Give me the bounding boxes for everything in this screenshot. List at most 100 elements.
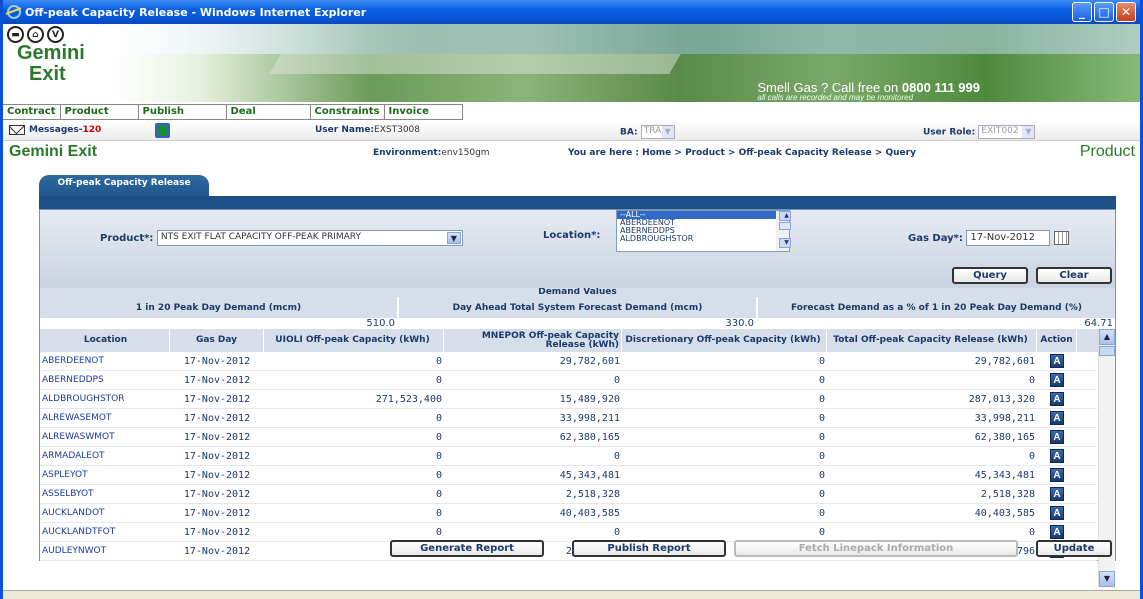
discretionary-cell: 0 bbox=[818, 469, 825, 481]
header-banner: Smell Gas ? Call free on 0800 111 999 al… bbox=[115, 24, 1140, 102]
chevron-down-icon[interactable]: ▼ bbox=[1099, 571, 1115, 587]
location-link[interactable]: ARMADALEOT bbox=[40, 451, 170, 461]
col-mnepor[interactable]: MNEPOR Off-peak Capacity Release (kWh) bbox=[444, 329, 622, 352]
action-cell: A bbox=[1037, 487, 1077, 501]
menu-deal[interactable]: Deal bbox=[227, 105, 311, 119]
location-link[interactable]: ALREWASEMOT bbox=[40, 413, 170, 423]
discretionary-cell: 0 bbox=[818, 412, 825, 424]
listbox-scrollbar[interactable]: ▲ ▼ bbox=[776, 211, 791, 251]
chevron-up-icon[interactable]: ▲ bbox=[779, 211, 791, 221]
role-select[interactable]: EXIT002 ▼ bbox=[978, 125, 1036, 139]
version-icon[interactable]: V bbox=[47, 26, 64, 43]
action-button[interactable]: A bbox=[1050, 468, 1064, 482]
action-button[interactable]: A bbox=[1050, 430, 1064, 444]
status-bar bbox=[3, 590, 1140, 599]
scroll-thumb[interactable] bbox=[1099, 346, 1115, 356]
action-button[interactable]: A bbox=[1050, 354, 1064, 368]
print-icon[interactable]: ▬ bbox=[7, 26, 24, 43]
location-link[interactable]: AUCKLANDOT bbox=[40, 508, 170, 518]
username: User Name:EXST3008 bbox=[315, 125, 420, 135]
menu-constraints[interactable]: Constraints bbox=[311, 105, 385, 119]
uioli-cell: 0 bbox=[435, 412, 442, 424]
action-button[interactable]: A bbox=[1050, 392, 1064, 406]
minimize-button[interactable]: _ bbox=[1072, 2, 1092, 22]
demand-value-3: 64.71 bbox=[1084, 318, 1113, 329]
fetch-linepack-button[interactable]: Fetch Linepack Information bbox=[734, 540, 1018, 557]
environment: Environment:env150gm bbox=[373, 148, 490, 158]
action-cell: A bbox=[1037, 392, 1077, 406]
uioli-cell: 271,523,400 bbox=[375, 393, 442, 405]
ba-select[interactable]: TRA ▼ bbox=[640, 125, 675, 139]
mail-icon[interactable] bbox=[9, 125, 25, 135]
calendar-icon[interactable] bbox=[1053, 231, 1069, 245]
total-cell: 29,782,601 bbox=[974, 355, 1035, 367]
col-discretionary[interactable]: Discretionary Off-peak Capacity (kWh) bbox=[622, 329, 827, 352]
menu-invoice[interactable]: Invoice bbox=[385, 105, 463, 119]
capacity-table: Location Gas Day UIOLI Off-peak Capacity… bbox=[40, 329, 1115, 587]
list-item[interactable]: ALDBROUGHSTOR bbox=[617, 235, 789, 243]
action-button[interactable]: A bbox=[1050, 449, 1064, 463]
ba-field: BA: TRA ▼ bbox=[620, 125, 675, 139]
chevron-down-icon[interactable]: ▼ bbox=[779, 238, 791, 248]
messages-link[interactable]: Messages-120 bbox=[29, 125, 101, 135]
menu-product[interactable]: Product bbox=[61, 105, 139, 119]
refresh-icon[interactable] bbox=[155, 123, 170, 138]
uioli-cell: 0 bbox=[435, 374, 442, 386]
action-button[interactable]: A bbox=[1050, 525, 1064, 539]
discretionary-cell: 0 bbox=[818, 355, 825, 367]
location-link[interactable]: ALDBROUGHSTOR bbox=[40, 394, 170, 404]
update-button[interactable]: Update bbox=[1036, 540, 1112, 557]
product-select[interactable]: NTS EXIT FLAT CAPACITY OFF-PEAK PRIMARY ▼ bbox=[156, 230, 463, 246]
action-cell: A bbox=[1037, 430, 1077, 444]
location-link[interactable]: AUDLEYNWOT bbox=[40, 546, 170, 556]
table-row: ARMADALEOT 17-Nov-2012 0 0 0 0 A bbox=[40, 447, 1097, 466]
location-label: Location*: bbox=[543, 230, 601, 241]
action-button[interactable]: A bbox=[1050, 373, 1064, 387]
total-cell: 0 bbox=[1028, 526, 1035, 538]
col-location[interactable]: Location bbox=[40, 329, 170, 352]
generate-report-button[interactable]: Generate Report bbox=[390, 540, 544, 557]
publish-report-button[interactable]: Publish Report bbox=[572, 540, 726, 557]
menu-contract[interactable]: Contract bbox=[3, 105, 61, 119]
location-link[interactable]: ASPLEYOT bbox=[40, 470, 170, 480]
ie-logo-icon bbox=[7, 5, 21, 19]
action-button[interactable]: A bbox=[1050, 506, 1064, 520]
mnepor-cell: 45,343,481 bbox=[559, 469, 620, 481]
location-link[interactable]: AUCKLANDTFOT bbox=[40, 527, 170, 537]
home-icon[interactable]: ⌂ bbox=[27, 26, 44, 43]
location-link[interactable]: ABERNEDDPS bbox=[40, 375, 170, 385]
gas-day-cell: 17-Nov-2012 bbox=[183, 393, 251, 405]
location-listbox[interactable]: --ALL-- ABERDEENOT ABERNEDDPS ALDBROUGHS… bbox=[616, 210, 791, 252]
table-body: ABERDEENOT 17-Nov-2012 0 29,782,601 0 29,782,… bbox=[40, 352, 1097, 561]
action-button[interactable]: A bbox=[1050, 487, 1064, 501]
section-title: Product bbox=[1079, 143, 1135, 160]
total-cell: 45,343,481 bbox=[974, 469, 1035, 481]
discretionary-cell: 0 bbox=[818, 450, 825, 462]
location-link[interactable]: ALREWASWMOT bbox=[40, 432, 170, 442]
maximize-button[interactable]: □ bbox=[1094, 2, 1114, 22]
col-total[interactable]: Total Off-peak Capacity Release (kWh) bbox=[827, 329, 1037, 352]
chevron-up-icon[interactable]: ▲ bbox=[1099, 329, 1115, 345]
mnepor-cell: 33,998,211 bbox=[559, 412, 620, 424]
query-button[interactable]: Query bbox=[952, 267, 1028, 284]
col-uioli[interactable]: UIOLI Off-peak Capacity (kWh) bbox=[264, 329, 444, 352]
location-link[interactable]: ABERDEENOT bbox=[40, 356, 170, 366]
col-gas-day[interactable]: Gas Day bbox=[170, 329, 264, 352]
gasday-input[interactable]: 17-Nov-2012 bbox=[966, 230, 1051, 246]
query-panel: Product*: NTS EXIT FLAT CAPACITY OFF-PEA… bbox=[39, 209, 1116, 587]
clear-button[interactable]: Clear bbox=[1036, 267, 1112, 284]
scroll-thumb[interactable] bbox=[779, 222, 791, 230]
menu-publish[interactable]: Publish bbox=[139, 105, 227, 119]
total-cell: 0 bbox=[1028, 374, 1035, 386]
close-button[interactable]: ✕ bbox=[1116, 2, 1136, 22]
location-link[interactable]: ASSELBYOT bbox=[40, 489, 170, 499]
browser-window: Off-peak Capacity Release - Windows Inte… bbox=[0, 0, 1143, 599]
discretionary-cell: 0 bbox=[818, 431, 825, 443]
col-action: Action bbox=[1037, 329, 1077, 352]
brand-gemini: Gemini bbox=[17, 42, 85, 64]
total-cell: 40,403,585 bbox=[974, 507, 1035, 519]
total-cell: 287,013,320 bbox=[968, 393, 1035, 405]
demand-values-row: 510.0 330.0 64.71 bbox=[40, 318, 1115, 329]
chevron-down-icon: ▼ bbox=[661, 126, 674, 138]
action-button[interactable]: A bbox=[1050, 411, 1064, 425]
